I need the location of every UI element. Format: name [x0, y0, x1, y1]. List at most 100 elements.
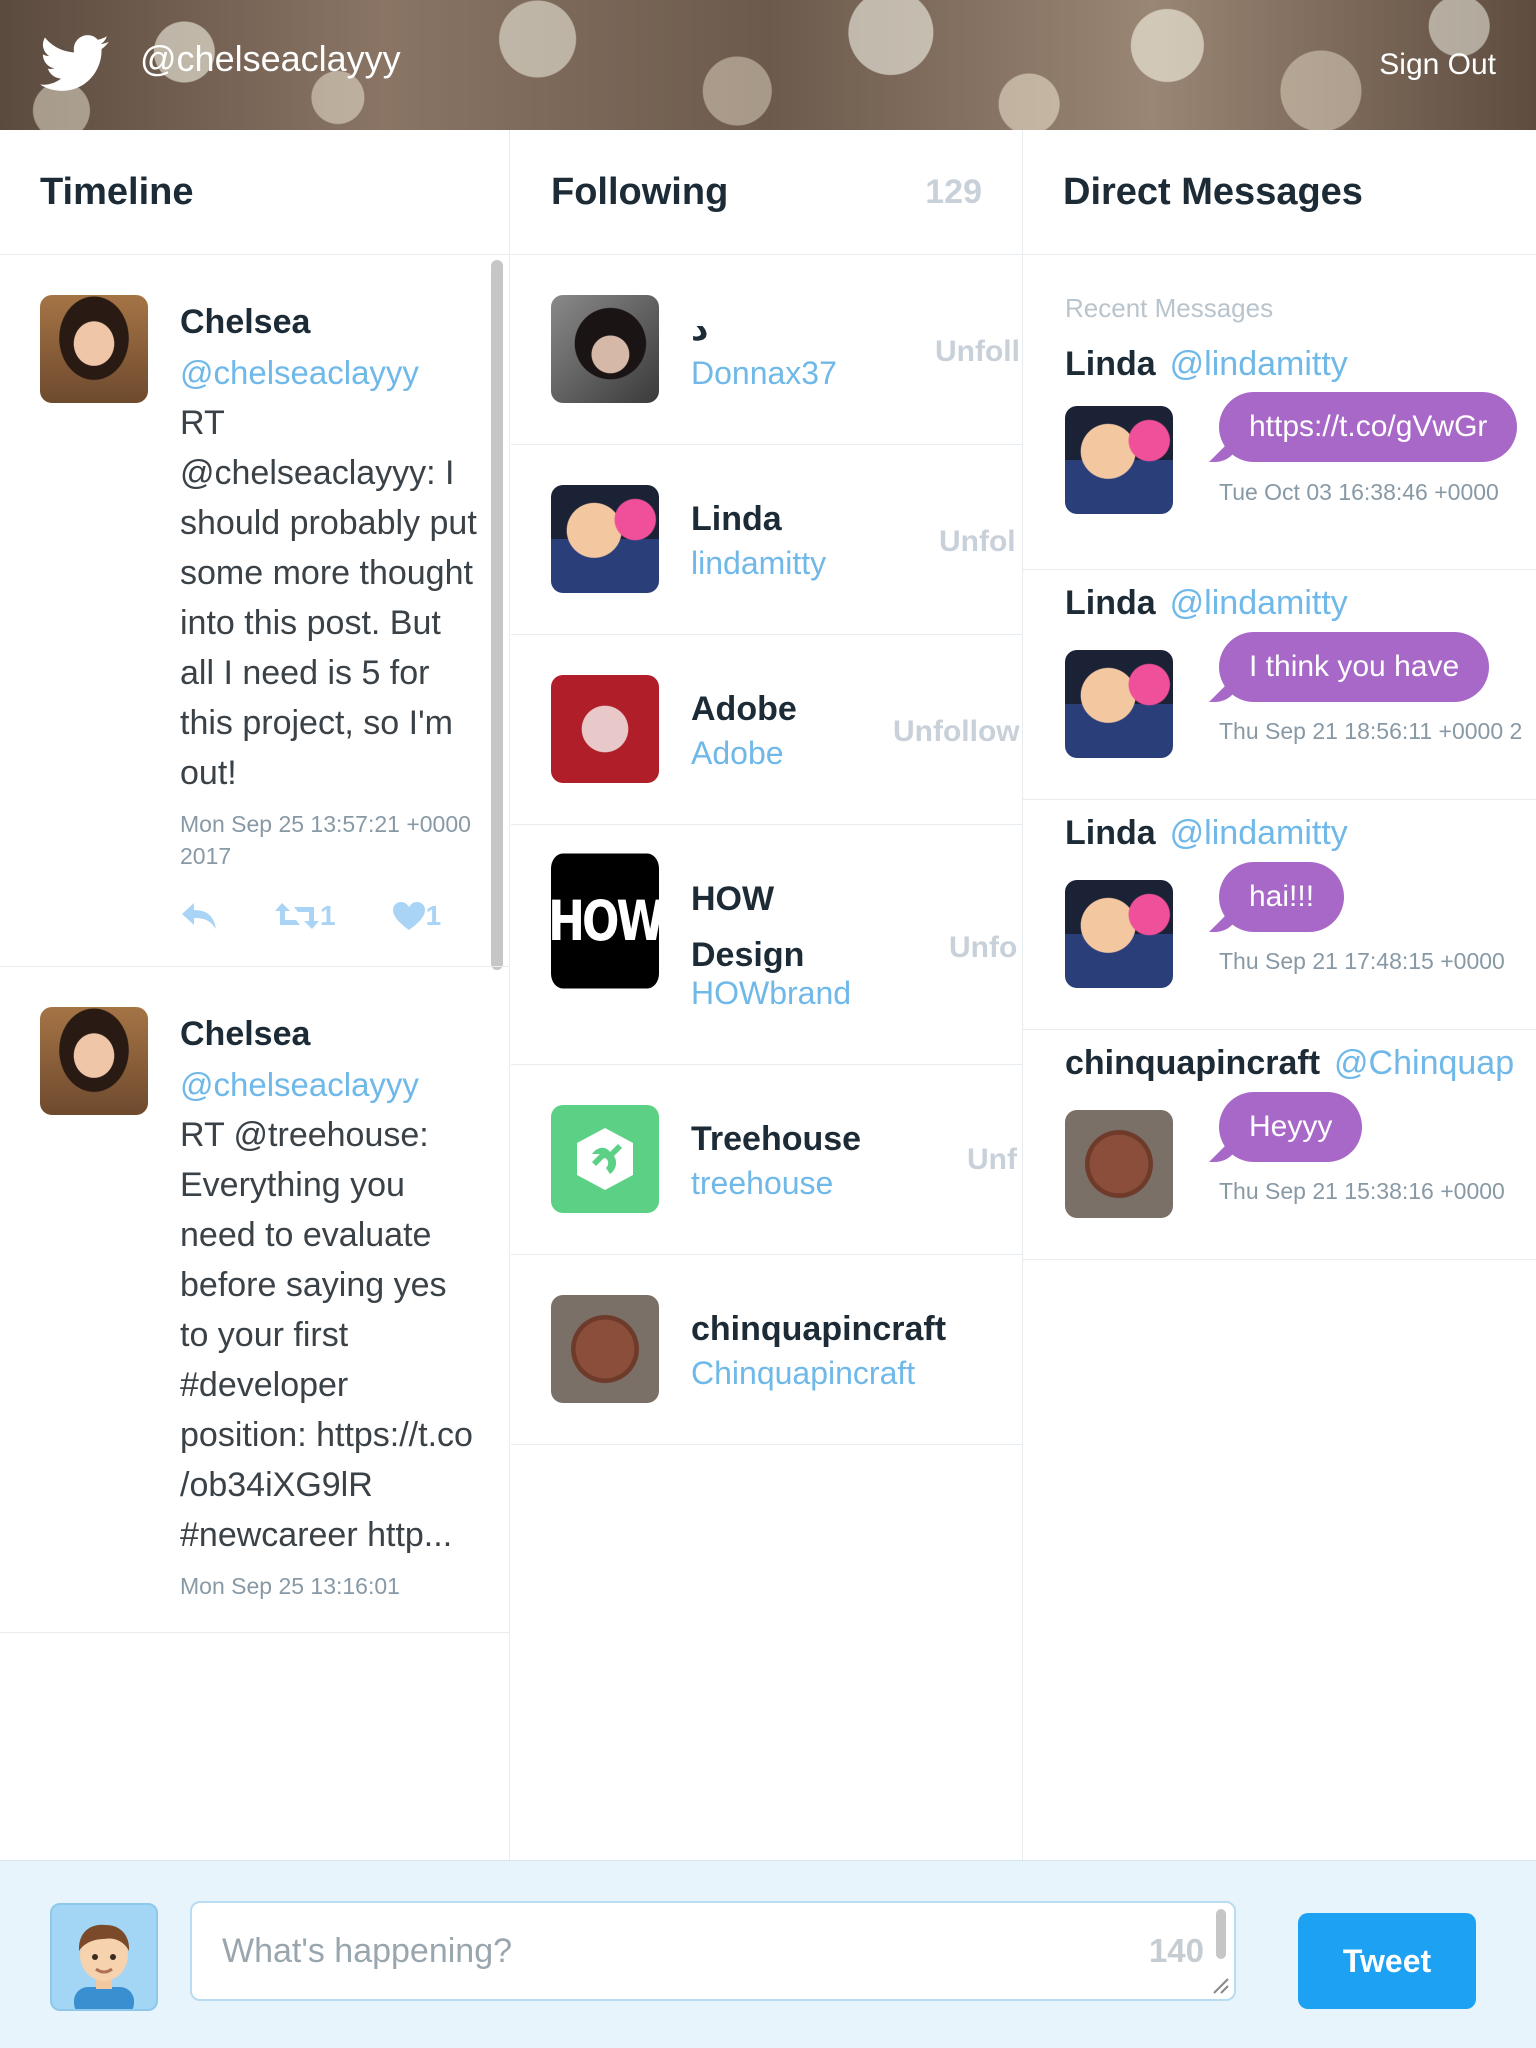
resize-handle-icon[interactable] — [1208, 1973, 1230, 1995]
how-logo[interactable]: HOW — [551, 853, 659, 989]
tweet-text: RT @chelseaclayyy: I should probably put… — [180, 404, 477, 792]
dm-sender-name: Linda — [1065, 814, 1156, 852]
following-avatar[interactable] — [551, 675, 659, 783]
dm-avatar[interactable] — [1065, 406, 1173, 514]
char-count: 140 — [1148, 1932, 1204, 1969]
tweet-item: Chelsea @chelseaclayyy RT @chelseaclayyy… — [0, 255, 509, 967]
dm-message-bubble: Heyyy — [1219, 1092, 1363, 1162]
dm-sender-handle[interactable]: @lindamitty — [1170, 814, 1348, 852]
tweet-avatar[interactable] — [40, 1007, 148, 1115]
user-avatar[interactable] — [50, 1903, 158, 2011]
following-name: Adobe — [691, 690, 797, 728]
retweet-count: 1 — [320, 900, 336, 931]
tweet-author-handle[interactable]: @chelseaclayyy — [180, 354, 479, 392]
following-count: 129 — [925, 172, 982, 211]
dm-date: Tue Oct 03 16:38:46 +0000 — [1219, 479, 1499, 505]
following-handle[interactable]: HOWbrand — [691, 975, 851, 1012]
dm-item[interactable]: Linda @lindamitty I think you have Thu Se… — [1023, 570, 1536, 800]
input-scrollbar[interactable] — [1216, 1909, 1226, 1959]
dm-sender-name: Linda — [1065, 345, 1156, 383]
treehouse-logo-icon — [577, 1128, 633, 1190]
tweet-item: Chelsea @chelseaclayyy RT @treehouse: Ev… — [0, 967, 509, 1633]
dm-date: Thu Sep 21 15:38:16 +0000 — [1219, 1178, 1505, 1204]
following-item: د Donnax37 Unfoll — [511, 255, 1022, 445]
tweet-date: Mon Sep 25 13:16:01 — [180, 1573, 400, 1599]
user-avatar-icon — [74, 1924, 134, 2009]
dm-sender-name: chinquapincraft — [1065, 1044, 1321, 1082]
unfollow-button[interactable]: Unfollow — [893, 715, 1020, 749]
twitter-bird-icon — [40, 35, 109, 91]
heart-icon — [392, 902, 425, 930]
following-name: د — [691, 310, 709, 348]
sign-out-button[interactable]: Sign Out — [1379, 48, 1496, 82]
dm-avatar[interactable] — [1065, 880, 1173, 988]
dm-item[interactable]: Linda @lindamitty hai!!! Thu Sep 21 17:48… — [1023, 800, 1536, 1030]
following-name: Linda — [691, 500, 782, 538]
timeline-column: Timeline Chelsea @chelseaclayyy RT @chel… — [0, 130, 510, 1860]
retweet-icon — [275, 903, 319, 929]
dm-sender: chinquapincraft @Chinquap — [1065, 1044, 1514, 1083]
dm-title: Direct Messages — [1063, 170, 1363, 213]
following-avatar[interactable] — [551, 295, 659, 403]
unfollow-button[interactable]: Unfoll — [935, 335, 1020, 369]
following-avatar[interactable] — [551, 1105, 659, 1213]
unfollow-button[interactable]: Unfol — [939, 525, 1016, 559]
tweet-text: RT @treehouse: Everything you need to ev… — [180, 1116, 473, 1554]
retweet-button[interactable]: 1 — [274, 900, 336, 932]
following-item: Treehouse treehouse Unf — [511, 1065, 1022, 1255]
reply-button[interactable] — [180, 901, 218, 931]
dm-sender-name: Linda — [1065, 584, 1156, 622]
tweet-composer: What's happening? 140 Tweet — [0, 1860, 1536, 2048]
dm-sender-handle[interactable]: @lindamitty — [1170, 584, 1348, 622]
tweet-actions: 1 1 — [180, 896, 479, 936]
unfollow-button[interactable]: Unf — [967, 1143, 1017, 1177]
recent-messages-label: Recent Messages — [1065, 293, 1274, 323]
dm-item[interactable]: Linda @lindamitty https://t.co/gVwGr Tue … — [1023, 345, 1536, 570]
timeline-header: Timeline — [0, 130, 509, 255]
dm-avatar[interactable] — [1065, 650, 1173, 758]
dm-sender: Linda @lindamitty — [1065, 814, 1348, 853]
direct-messages-column: Direct Messages Recent Messages Linda @li… — [1023, 130, 1536, 1860]
tweet-avatar[interactable] — [40, 295, 148, 403]
following-title: Following — [551, 170, 729, 213]
following-name: chinquapincraft — [691, 1310, 947, 1348]
timeline-title: Timeline — [40, 170, 194, 213]
dm-message-bubble: I think you have — [1219, 632, 1490, 702]
tweet-author-handle[interactable]: @chelseaclayyy — [180, 1066, 479, 1104]
following-header: Following 129 — [511, 130, 1022, 255]
reply-icon — [182, 903, 216, 929]
following-avatar[interactable] — [551, 485, 659, 593]
following-item: Adobe Adobe Unfollow — [511, 635, 1022, 825]
tweet-button[interactable]: Tweet — [1298, 1913, 1476, 2009]
dm-item[interactable]: chinquapincraft @Chinquap Heyyy Thu Sep 2… — [1023, 1030, 1536, 1260]
header-handle: @chelseaclayyy — [140, 38, 401, 79]
following-item: chinquapincraft Chinquapincraft — [511, 1255, 1022, 1445]
tweet-date: Mon Sep 25 13:57:21 +0000 2017 — [180, 811, 471, 869]
tweet-author-name: Chelsea — [180, 1015, 311, 1053]
dm-sender-handle[interactable]: @lindamitty — [1170, 345, 1348, 383]
following-handle[interactable]: Adobe — [691, 735, 784, 772]
dm-date: Thu Sep 21 17:48:15 +0000 — [1219, 948, 1505, 974]
following-handle[interactable]: Chinquapincraft — [691, 1355, 915, 1392]
dm-sender-handle[interactable]: @Chinquap — [1334, 1044, 1514, 1082]
dm-sender: Linda @lindamitty — [1065, 345, 1348, 384]
following-handle[interactable]: Donnax37 — [691, 355, 837, 392]
dm-sender: Linda @lindamitty — [1065, 584, 1348, 623]
following-name: HOW Design — [691, 880, 805, 974]
tweet-author-name: Chelsea — [180, 303, 311, 341]
dm-header: Direct Messages — [1023, 130, 1536, 255]
dm-date: Thu Sep 21 18:56:11 +0000 2 — [1219, 718, 1523, 744]
dm-message-bubble: https://t.co/gVwGr — [1219, 392, 1518, 462]
like-button[interactable]: 1 — [392, 900, 441, 932]
following-item: HOW HOW Design HOWbrand Unfo — [511, 825, 1022, 1065]
following-name: Treehouse — [691, 1120, 862, 1158]
following-handle[interactable]: treehouse — [691, 1165, 833, 1202]
following-avatar[interactable] — [551, 1295, 659, 1403]
following-handle[interactable]: lindamitty — [691, 545, 826, 582]
unfollow-button[interactable]: Unfo — [949, 931, 1017, 965]
dm-avatar[interactable] — [1065, 1110, 1173, 1218]
following-column: Following 129 د Donnax37 Unfoll Linda li… — [511, 130, 1023, 1860]
tweet-input-placeholder: What's happening? — [222, 1932, 513, 1970]
dm-message-bubble: hai!!! — [1219, 862, 1345, 932]
tweet-input[interactable]: What's happening? 140 — [190, 1901, 1236, 2001]
